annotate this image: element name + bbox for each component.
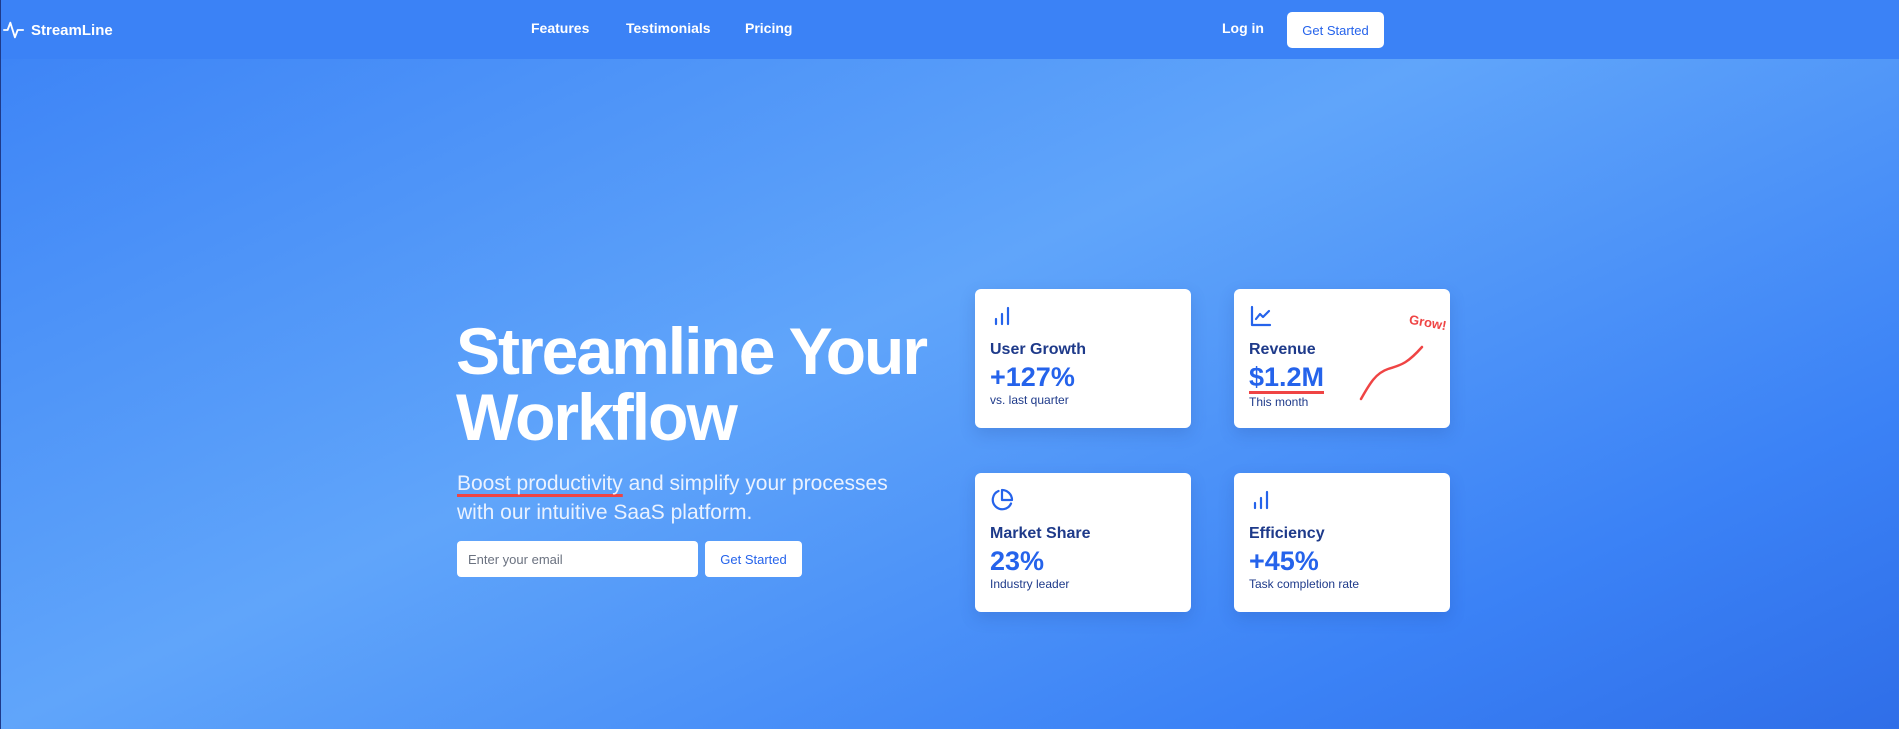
nav-get-started-button[interactable]: Get Started <box>1287 12 1384 48</box>
hero-title-line2: Workflow <box>456 380 738 454</box>
pulse-icon <box>3 21 25 39</box>
stat-card-efficiency: Efficiency +45% Task completion rate <box>1234 473 1450 612</box>
top-navbar: StreamLine Features Testimonials Pricing… <box>1 0 1899 59</box>
card-note: Task completion rate <box>1249 577 1360 591</box>
hero-title: Streamline Your Workflow <box>456 318 936 450</box>
bar-chart-icon <box>1249 488 1273 512</box>
growth-sparkline <box>1359 345 1424 401</box>
card-value: +45% <box>1249 546 1319 576</box>
login-link[interactable]: Log in <box>1222 20 1264 36</box>
pie-chart-icon <box>990 488 1014 512</box>
brand-logo[interactable]: StreamLine <box>3 18 113 42</box>
card-label: User Growth <box>990 341 1087 358</box>
card-note: vs. last quarter <box>990 393 1069 407</box>
stat-card-user-growth: User Growth +127% vs. last quarter <box>975 289 1191 428</box>
email-input[interactable] <box>457 541 698 577</box>
hero-subtitle: Boost productivity and simplify your pro… <box>457 469 927 527</box>
card-note: Industry leader <box>990 577 1070 591</box>
card-value: +127% <box>990 362 1075 392</box>
hero-subtitle-highlight: Boost productivity <box>457 472 623 495</box>
brand-name: StreamLine <box>31 21 113 39</box>
line-chart-icon <box>1249 304 1273 328</box>
card-value: $1.2M <box>1249 362 1325 394</box>
card-label: Market Share <box>990 525 1091 542</box>
stat-card-revenue: Revenue $1.2M This month Grow! <box>1234 289 1450 428</box>
nav-link-pricing[interactable]: Pricing <box>745 20 792 36</box>
card-value: 23% <box>990 546 1045 576</box>
stat-card-market-share: Market Share 23% Industry leader <box>975 473 1191 612</box>
nav-link-features[interactable]: Features <box>531 20 589 36</box>
card-label: Efficiency <box>1249 525 1325 542</box>
grow-annotation: Grow! <box>1408 311 1449 334</box>
bar-chart-icon <box>990 304 1014 328</box>
nav-link-testimonials[interactable]: Testimonials <box>626 20 711 36</box>
hero-title-line1: Streamline Your <box>456 314 928 388</box>
hero-get-started-button[interactable]: Get Started <box>705 541 802 577</box>
